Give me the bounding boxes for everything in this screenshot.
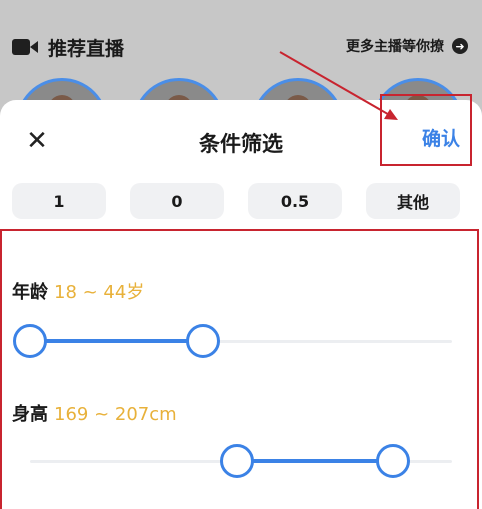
confirm-button[interactable]: 确认 [380, 94, 472, 166]
live-section-header: 推荐直播 [12, 32, 124, 62]
video-icon [12, 37, 38, 57]
age-min-thumb[interactable] [13, 324, 47, 358]
chip-option[interactable]: 0.5 [248, 183, 342, 219]
age-value: 18 ~ 44岁 [54, 282, 145, 303]
chip-option[interactable]: 1 [12, 183, 106, 219]
height-filter-label: 身高 169 ~ 207cm [12, 400, 177, 426]
height-range-slider[interactable] [30, 441, 452, 481]
age-range-slider[interactable] [13, 321, 452, 361]
slider-range [236, 459, 393, 463]
more-streamers-link[interactable]: 更多主播等你撩 ➜ [346, 36, 468, 56]
confirm-label: 确认 [421, 128, 460, 150]
height-min-thumb[interactable] [219, 444, 254, 478]
more-streamers-label: 更多主播等你撩 [346, 39, 444, 55]
section-title: 推荐直播 [48, 37, 125, 60]
age-label: 年龄 [12, 282, 48, 303]
age-max-thumb[interactable] [186, 324, 221, 358]
option-chips: 1 0 0.5 其他 [12, 183, 482, 219]
height-max-thumb[interactable] [375, 444, 410, 478]
chevron-right-icon: ➜ [452, 38, 468, 54]
height-value: 169 ~ 207cm [54, 404, 177, 425]
chip-option[interactable]: 0 [130, 183, 224, 219]
slider-range [30, 339, 204, 343]
height-label: 身高 [12, 404, 48, 425]
age-filter-label: 年龄 18 ~ 44岁 [12, 278, 144, 304]
chip-option[interactable]: 其他 [366, 183, 460, 219]
